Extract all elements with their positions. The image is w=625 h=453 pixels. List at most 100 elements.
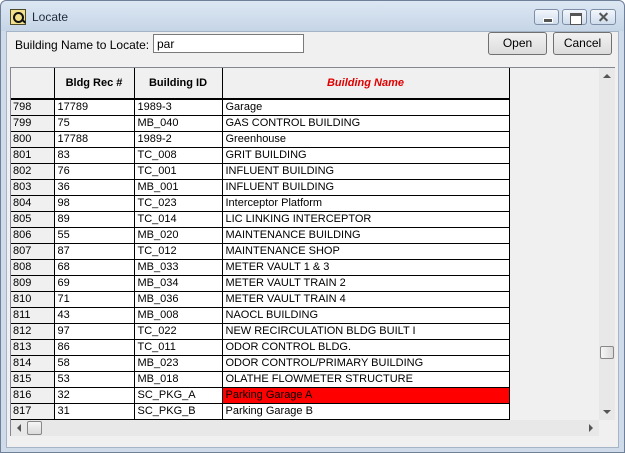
row-number-cell[interactable]: 811 [11, 307, 55, 324]
row-number-cell[interactable]: 807 [11, 243, 55, 260]
building-name-cell[interactable]: NAOCL BUILDING [222, 307, 510, 324]
table-row[interactable]: 800 17788 1989-2 Greenhouse [11, 131, 510, 148]
building-id-cell[interactable]: MB_023 [134, 355, 223, 372]
column-header-bldg-rec[interactable]: Bldg Rec # [54, 68, 135, 100]
building-name-cell[interactable]: GRIT BUILDING [222, 147, 510, 164]
bldg-rec-cell[interactable]: 58 [54, 355, 135, 372]
scroll-up-arrow-icon[interactable] [599, 68, 615, 84]
building-id-cell[interactable]: MB_034 [134, 275, 223, 292]
row-number-cell[interactable]: 810 [11, 291, 55, 308]
building-id-cell[interactable]: 1989-2 [134, 131, 223, 148]
building-name-cell[interactable]: Greenhouse [222, 131, 510, 148]
building-id-cell[interactable]: 1989-3 [134, 99, 223, 116]
table-row[interactable]: 816 32 SC_PKG_A Parking Garage A [11, 387, 510, 404]
building-id-cell[interactable]: TC_023 [134, 195, 223, 212]
table-row[interactable]: 801 83 TC_008 GRIT BUILDING [11, 147, 510, 164]
row-number-cell[interactable]: 817 [11, 403, 55, 420]
scroll-right-arrow-icon[interactable] [583, 420, 599, 436]
building-id-cell[interactable]: MB_040 [134, 115, 223, 132]
building-name-cell[interactable]: INFLUENT BUILDING [222, 179, 510, 196]
close-icon[interactable] [590, 9, 616, 25]
building-id-cell[interactable]: TC_012 [134, 243, 223, 260]
bldg-rec-cell[interactable]: 17789 [54, 99, 135, 116]
building-name-cell[interactable]: ODOR CONTROL/PRIMARY BUILDING [222, 355, 510, 372]
maximize-icon[interactable] [562, 9, 587, 25]
row-number-cell[interactable]: 814 [11, 355, 55, 372]
vertical-scroll-thumb[interactable] [600, 346, 614, 359]
table-row[interactable]: 813 86 TC_011 ODOR CONTROL BLDG. [11, 339, 510, 356]
bldg-rec-cell[interactable]: 76 [54, 163, 135, 180]
scroll-left-arrow-icon[interactable] [11, 420, 27, 436]
minimize-icon[interactable] [534, 9, 559, 25]
table-row[interactable]: 799 75 MB_040 GAS CONTROL BUILDING [11, 115, 510, 132]
horizontal-scroll-thumb[interactable] [27, 421, 42, 435]
building-name-cell[interactable]: Parking Garage B [222, 403, 510, 420]
building-id-cell[interactable]: MB_001 [134, 179, 223, 196]
building-name-cell[interactable]: METER VAULT 1 & 3 [222, 259, 510, 276]
row-number-cell[interactable]: 801 [11, 147, 55, 164]
building-name-cell[interactable]: NEW RECIRCULATION BLDG BUILT I [222, 323, 510, 340]
building-name-cell[interactable]: GAS CONTROL BUILDING [222, 115, 510, 132]
row-number-cell[interactable]: 808 [11, 259, 55, 276]
column-header-row-number[interactable] [11, 68, 55, 100]
row-number-cell[interactable]: 800 [11, 131, 55, 148]
bldg-rec-cell[interactable]: 97 [54, 323, 135, 340]
bldg-rec-cell[interactable]: 98 [54, 195, 135, 212]
row-number-cell[interactable]: 812 [11, 323, 55, 340]
table-row[interactable]: 814 58 MB_023 ODOR CONTROL/PRIMARY BUILDING [11, 355, 510, 372]
row-number-cell[interactable]: 798 [11, 99, 55, 116]
table-row[interactable]: 817 31 SC_PKG_B Parking Garage B [11, 403, 510, 420]
bldg-rec-cell[interactable]: 36 [54, 179, 135, 196]
building-id-cell[interactable]: SC_PKG_A [134, 387, 223, 404]
table-row[interactable]: 806 55 MB_020 MAINTENANCE BUILDING [11, 227, 510, 244]
horizontal-scrollbar[interactable] [11, 420, 599, 436]
building-id-cell[interactable]: TC_011 [134, 339, 223, 356]
building-name-cell[interactable]: LIC LINKING INTERCEPTOR [222, 211, 510, 228]
building-name-cell[interactable]: INFLUENT BUILDING [222, 163, 510, 180]
building-id-cell[interactable]: TC_014 [134, 211, 223, 228]
row-number-cell[interactable]: 802 [11, 163, 55, 180]
scroll-down-arrow-icon[interactable] [599, 404, 615, 420]
building-id-cell[interactable]: MB_033 [134, 259, 223, 276]
building-id-cell[interactable]: MB_036 [134, 291, 223, 308]
bldg-rec-cell[interactable]: 86 [54, 339, 135, 356]
row-number-cell[interactable]: 815 [11, 371, 55, 388]
table-row[interactable]: 803 36 MB_001 INFLUENT BUILDING [11, 179, 510, 196]
building-name-cell[interactable]: METER VAULT TRAIN 4 [222, 291, 510, 308]
bldg-rec-cell[interactable]: 75 [54, 115, 135, 132]
vertical-scrollbar[interactable] [599, 68, 615, 420]
bldg-rec-cell[interactable]: 71 [54, 291, 135, 308]
row-number-cell[interactable]: 809 [11, 275, 55, 292]
title-bar[interactable]: Locate [1, 1, 624, 31]
bldg-rec-cell[interactable]: 53 [54, 371, 135, 388]
table-row[interactable]: 805 89 TC_014 LIC LINKING INTERCEPTOR [11, 211, 510, 228]
bldg-rec-cell[interactable]: 69 [54, 275, 135, 292]
row-number-cell[interactable]: 803 [11, 179, 55, 196]
cancel-button[interactable]: Cancel [553, 32, 612, 55]
column-header-building-name[interactable]: Building Name [222, 68, 510, 100]
bldg-rec-cell[interactable]: 17788 [54, 131, 135, 148]
building-name-cell[interactable]: MAINTENANCE SHOP [222, 243, 510, 260]
bldg-rec-cell[interactable]: 87 [54, 243, 135, 260]
table-row[interactable]: 811 43 MB_008 NAOCL BUILDING [11, 307, 510, 324]
bldg-rec-cell[interactable]: 83 [54, 147, 135, 164]
table-row[interactable]: 809 69 MB_034 METER VAULT TRAIN 2 [11, 275, 510, 292]
column-header-building-id[interactable]: Building ID [134, 68, 223, 100]
bldg-rec-cell[interactable]: 68 [54, 259, 135, 276]
row-number-cell[interactable]: 799 [11, 115, 55, 132]
row-number-cell[interactable]: 804 [11, 195, 55, 212]
building-id-cell[interactable]: MB_020 [134, 227, 223, 244]
row-number-cell[interactable]: 813 [11, 339, 55, 356]
table-row[interactable]: 804 98 TC_023 Interceptor Platform [11, 195, 510, 212]
bldg-rec-cell[interactable]: 43 [54, 307, 135, 324]
table-row[interactable]: 812 97 TC_022 NEW RECIRCULATION BLDG BUILT … [11, 323, 510, 340]
bldg-rec-cell[interactable]: 31 [54, 403, 135, 420]
building-id-cell[interactable]: TC_001 [134, 163, 223, 180]
table-row[interactable]: 815 53 MB_018 OLATHE FLOWMETER STRUCTURE [11, 371, 510, 388]
table-row[interactable]: 808 68 MB_033 METER VAULT 1 & 3 [11, 259, 510, 276]
open-button[interactable]: Open [488, 32, 547, 55]
building-name-cell[interactable]: METER VAULT TRAIN 2 [222, 275, 510, 292]
row-number-cell[interactable]: 816 [11, 387, 55, 404]
bldg-rec-cell[interactable]: 89 [54, 211, 135, 228]
building-name-cell[interactable]: Parking Garage A [222, 387, 510, 404]
